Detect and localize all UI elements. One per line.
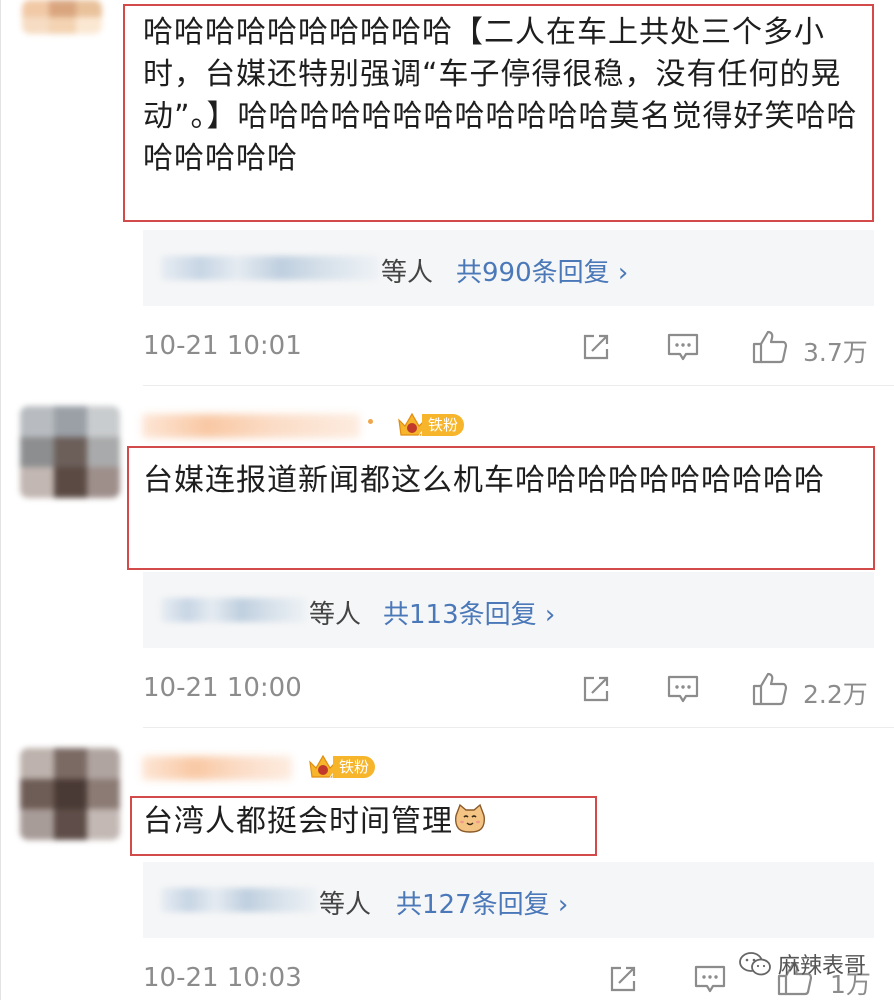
username[interactable]	[142, 756, 292, 780]
like-count: 3.7万	[803, 338, 868, 367]
name-dot	[368, 419, 373, 424]
share-icon[interactable]	[580, 331, 612, 363]
watermark-text: 麻辣表哥	[778, 954, 867, 979]
view-replies-link[interactable]: 共127条回复 ›	[396, 884, 568, 921]
badge-label: 铁粉	[333, 756, 376, 778]
highlight-box	[130, 796, 597, 856]
replier-names	[161, 256, 379, 280]
avatar[interactable]	[22, 0, 102, 34]
fan-badge[interactable]: 4 铁粉	[396, 410, 465, 440]
avatar[interactable]	[20, 406, 120, 498]
comment-timestamp: 10-21 10:00	[143, 673, 302, 703]
comment-icon[interactable]	[666, 673, 700, 705]
highlight-box	[127, 446, 875, 570]
reply-summary[interactable]: 等人 共990条回复 ›	[143, 230, 874, 306]
share-icon[interactable]	[607, 963, 639, 995]
view-replies-link[interactable]: 共113条回复 ›	[383, 594, 555, 631]
avatar[interactable]	[20, 748, 120, 840]
reply-summary[interactable]: 等人 共127条回复 ›	[143, 862, 874, 938]
username[interactable]	[142, 414, 360, 438]
like-icon[interactable]	[751, 671, 789, 707]
reply-etc-label: 等人	[381, 258, 434, 288]
reply-etc-label: 等人	[319, 890, 372, 920]
divider	[143, 727, 894, 728]
fan-badge[interactable]: 4 铁粉	[307, 752, 376, 782]
reply-summary[interactable]: 等人 共113条回复 ›	[143, 572, 874, 648]
divider	[143, 385, 894, 386]
comment-icon[interactable]	[666, 331, 700, 363]
wechat-icon	[739, 952, 771, 976]
highlight-box	[123, 4, 874, 222]
badge-label: 铁粉	[422, 414, 465, 436]
replier-names	[161, 598, 307, 622]
like-icon[interactable]	[751, 329, 789, 365]
comment-icon[interactable]	[693, 963, 727, 995]
watermark: 麻辣表哥	[738, 948, 866, 980]
reply-etc-label: 等人	[309, 600, 362, 630]
replier-names	[161, 888, 317, 912]
like-count: 2.2万	[803, 680, 868, 709]
comment-timestamp: 10-21 10:01	[143, 331, 302, 361]
share-icon[interactable]	[580, 673, 612, 705]
view-replies-link[interactable]: 共990条回复 ›	[456, 252, 628, 289]
left-edge-line	[0, 0, 1, 1000]
comment-timestamp: 10-21 10:03	[143, 963, 302, 993]
